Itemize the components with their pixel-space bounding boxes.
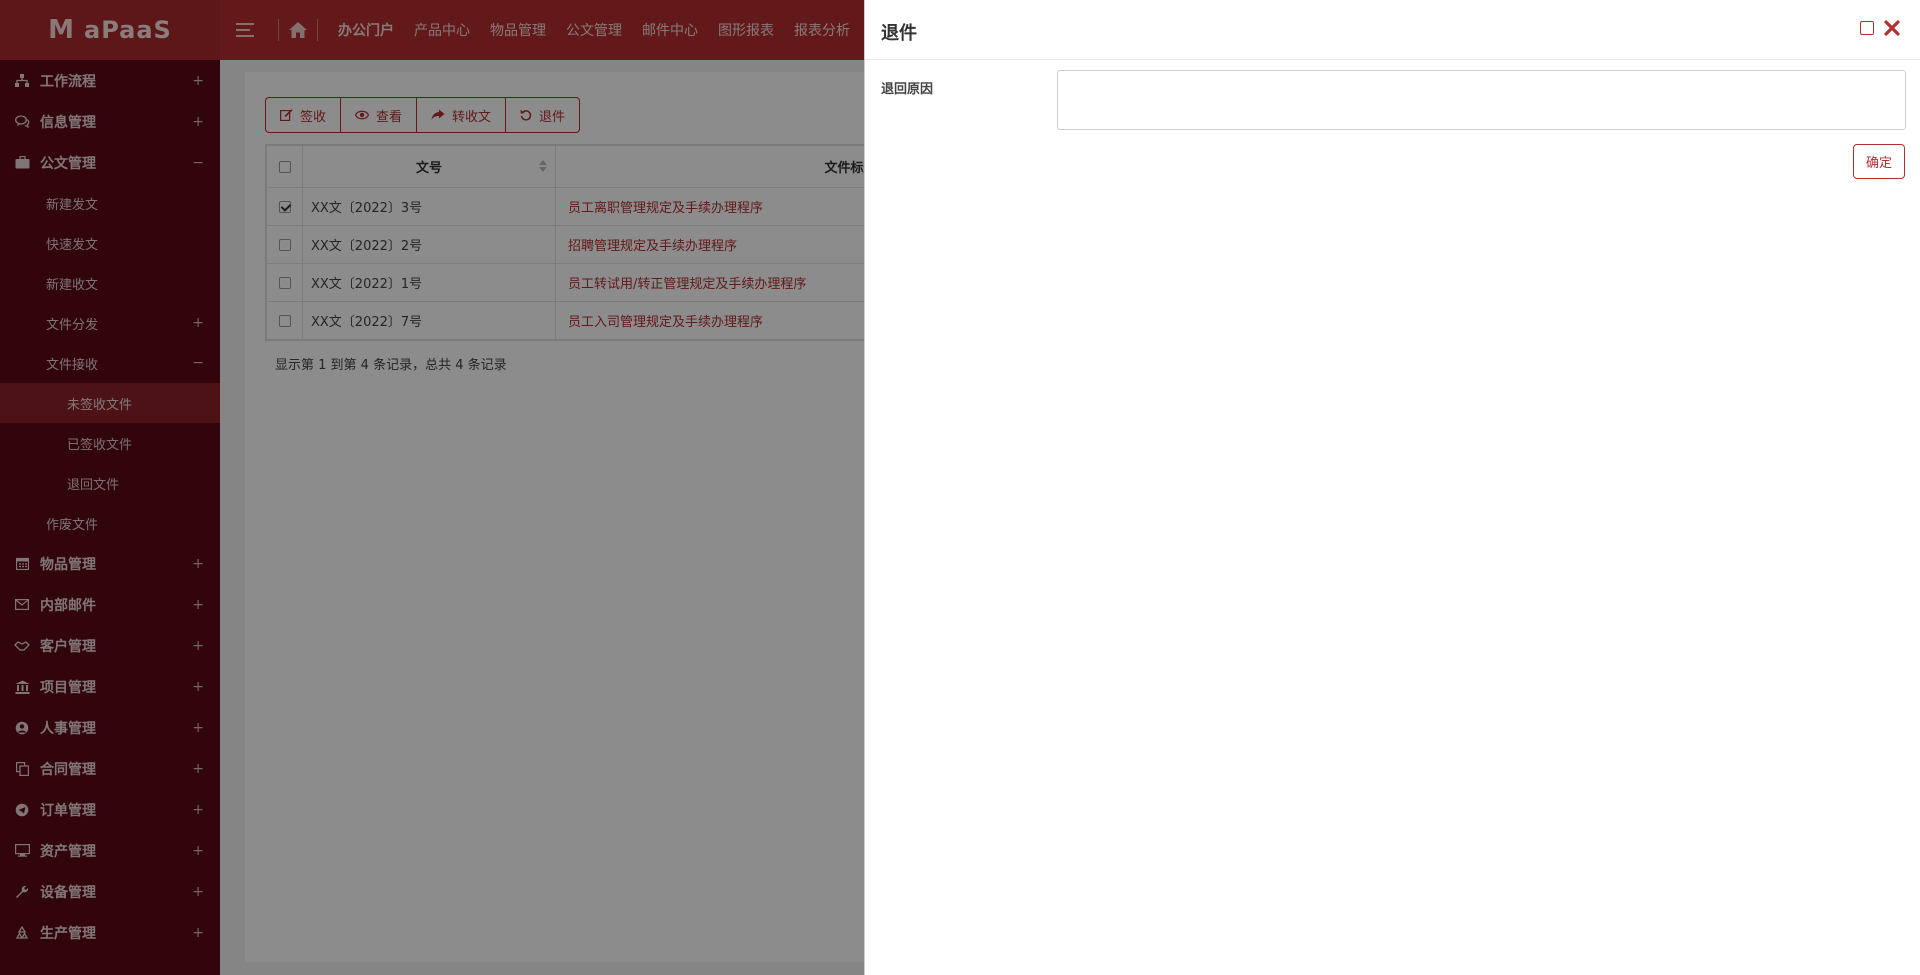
return-drawer: 退件 退回原因 确定 <box>864 0 1920 975</box>
drawer-title: 退件 <box>881 23 917 44</box>
drawer-header: 退件 <box>865 0 1920 60</box>
maximize-icon[interactable] <box>1860 21 1874 35</box>
reason-label: 退回原因 <box>881 82 934 97</box>
confirm-button[interactable]: 确定 <box>1852 144 1905 179</box>
close-icon[interactable] <box>1882 18 1902 38</box>
reason-input[interactable] <box>1057 70 1906 130</box>
